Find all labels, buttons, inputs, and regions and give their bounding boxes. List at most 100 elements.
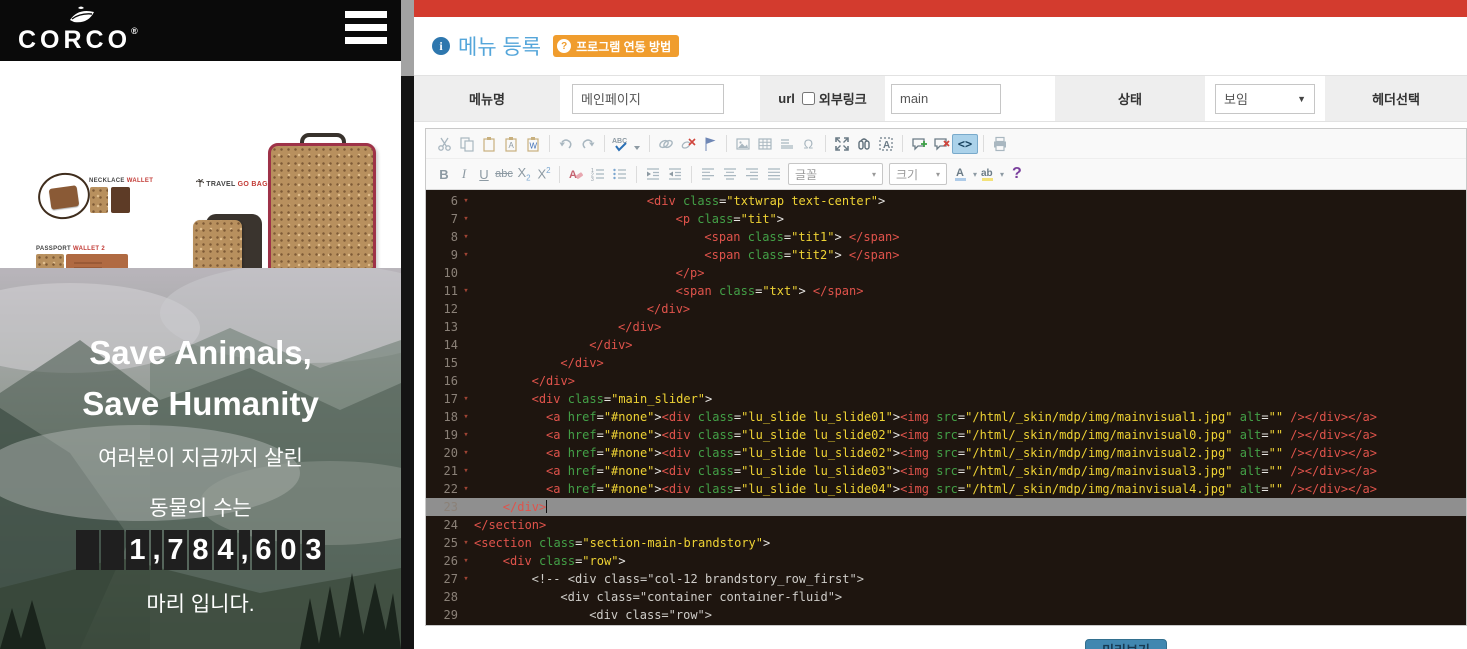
program-link-help-button[interactable]: ? 프로그램 연동 방법: [553, 35, 679, 57]
preview-scrollbar[interactable]: [401, 0, 414, 649]
menu-name-input[interactable]: [572, 84, 724, 114]
unlink-icon[interactable]: [677, 133, 699, 155]
source-code-button[interactable]: <>: [952, 134, 978, 154]
anchor-flag-icon[interactable]: [699, 133, 721, 155]
copy-icon[interactable]: [456, 133, 478, 155]
info-icon: i: [432, 37, 450, 55]
fold-arrow-icon[interactable]: ▾: [458, 534, 474, 552]
align-center-icon[interactable]: [719, 163, 741, 185]
fold-arrow-icon[interactable]: ▾: [458, 192, 474, 210]
image-icon[interactable]: [732, 133, 754, 155]
fold-arrow-icon[interactable]: ▾: [458, 408, 474, 426]
font-size-dropdown[interactable]: 크기▾: [889, 163, 947, 185]
cut-icon[interactable]: [434, 133, 456, 155]
code-line[interactable]: 20▾<a href="#none"><div class="lu_slide …: [426, 444, 1466, 462]
code-line[interactable]: 24</section>: [426, 516, 1466, 534]
subscript-button[interactable]: X2: [514, 165, 534, 183]
spellcheck-icon[interactable]: ABC: [610, 133, 644, 155]
code-line[interactable]: 25▾<section class="section-main-brandsto…: [426, 534, 1466, 552]
special-char-icon[interactable]: Ω: [798, 133, 820, 155]
italic-button[interactable]: I: [454, 166, 474, 182]
code-line[interactable]: 22▾<a href="#none"><div class="lu_slide …: [426, 480, 1466, 498]
outdent-icon[interactable]: [642, 163, 664, 185]
code-line[interactable]: 6▾<div class="txtwrap text-center">: [426, 192, 1466, 210]
paste-word-icon[interactable]: W: [522, 133, 544, 155]
fold-arrow-icon[interactable]: ▾: [458, 228, 474, 246]
print-icon[interactable]: [989, 133, 1011, 155]
external-link-checkbox[interactable]: [802, 92, 815, 105]
hamburger-menu-icon[interactable]: [345, 11, 387, 49]
text-color-icon[interactable]: A: [950, 163, 972, 185]
code-line[interactable]: 17▾<div class="main_slider">: [426, 390, 1466, 408]
url-input[interactable]: [891, 84, 1001, 114]
undo-icon[interactable]: [555, 133, 577, 155]
align-right-icon[interactable]: [741, 163, 763, 185]
numbered-list-icon[interactable]: 123: [587, 163, 609, 185]
align-left-icon[interactable]: [697, 163, 719, 185]
fold-arrow-icon[interactable]: ▾: [458, 570, 474, 588]
table-icon[interactable]: [754, 133, 776, 155]
strikethrough-button[interactable]: abc: [494, 168, 514, 180]
code-line[interactable]: 11▾<span class="txt"> </span>: [426, 282, 1466, 300]
code-line[interactable]: 9▾<span class="tit2"> </span>: [426, 246, 1466, 264]
fold-arrow-icon[interactable]: ▾: [458, 462, 474, 480]
fold-arrow-icon[interactable]: ▾: [458, 210, 474, 228]
paste-icon[interactable]: [478, 133, 500, 155]
code-line[interactable]: 10</p>: [426, 264, 1466, 282]
fold-arrow-icon[interactable]: ▾: [458, 480, 474, 498]
add-comment-icon[interactable]: [908, 133, 930, 155]
preview-button[interactable]: 미리보기: [1085, 639, 1167, 649]
font-family-dropdown[interactable]: 글꼴▾: [788, 163, 883, 185]
status-select[interactable]: 보임▼: [1215, 84, 1315, 114]
leather-wallet: [111, 187, 130, 213]
superscript-button[interactable]: X2: [534, 166, 554, 181]
select-all-icon[interactable]: A: [875, 133, 897, 155]
code-line[interactable]: 12</div>: [426, 300, 1466, 318]
indent-icon[interactable]: [664, 163, 686, 185]
underline-button[interactable]: U: [474, 167, 494, 182]
code-line[interactable]: 19▾<a href="#none"><div class="lu_slide …: [426, 426, 1466, 444]
code-line[interactable]: 23</div>: [426, 498, 1466, 516]
align-justify-icon[interactable]: [763, 163, 785, 185]
redo-icon[interactable]: [577, 133, 599, 155]
code-line[interactable]: 18▾<a href="#none"><div class="lu_slide …: [426, 408, 1466, 426]
code-line[interactable]: 15</div>: [426, 354, 1466, 372]
code-line[interactable]: 16</div>: [426, 372, 1466, 390]
code-line[interactable]: 27▾<!-- <div class="col-12 brandstory_ro…: [426, 570, 1466, 588]
app: CORCO® NECKLACE WALLET PASSPORT WALLET 2…: [0, 0, 1467, 649]
code-line[interactable]: 26▾<div class="row">: [426, 552, 1466, 570]
link-icon[interactable]: [655, 133, 677, 155]
maximize-icon[interactable]: [831, 133, 853, 155]
code-line[interactable]: 29<div class="row">: [426, 606, 1466, 624]
bold-button[interactable]: B: [434, 167, 454, 182]
bulleted-list-icon[interactable]: [609, 163, 631, 185]
editor-help-button[interactable]: ?: [1012, 165, 1022, 183]
remove-comment-icon[interactable]: [930, 133, 952, 155]
fold-arrow-icon[interactable]: ▾: [458, 390, 474, 408]
code-line[interactable]: 13</div>: [426, 318, 1466, 336]
code-line[interactable]: 7▾<p class="tit">: [426, 210, 1466, 228]
fold-arrow-icon[interactable]: ▾: [458, 444, 474, 462]
horizontal-line-icon[interactable]: [776, 133, 798, 155]
fold-arrow-icon[interactable]: ▾: [458, 552, 474, 570]
chevron-down-icon[interactable]: ▾: [1000, 170, 1004, 179]
remove-format-icon[interactable]: A: [565, 163, 587, 185]
code-line[interactable]: 8▾<span class="tit1"> </span>: [426, 228, 1466, 246]
svg-text:3: 3: [591, 177, 594, 182]
counter-cell: [101, 530, 124, 570]
site-preview-pane: CORCO® NECKLACE WALLET PASSPORT WALLET 2…: [0, 0, 401, 649]
code-line[interactable]: 30<div class="col-12 col-xl-5 text-brand…: [426, 624, 1466, 625]
scrollbar-thumb[interactable]: [401, 0, 414, 76]
code-line[interactable]: 21▾<a href="#none"><div class="lu_slide …: [426, 462, 1466, 480]
fold-arrow-icon[interactable]: ▾: [458, 426, 474, 444]
code-line[interactable]: 28<div class="container container-fluid"…: [426, 588, 1466, 606]
corco-logo[interactable]: CORCO®: [18, 8, 148, 54]
find-replace-icon[interactable]: [853, 133, 875, 155]
source-code-area[interactable]: 6▾<div class="txtwrap text-center">7▾<p …: [426, 190, 1466, 625]
hero-title-line2: Save Humanity: [0, 387, 401, 420]
fold-arrow-icon[interactable]: ▾: [458, 246, 474, 264]
highlight-color-icon[interactable]: ab: [977, 163, 999, 185]
paste-text-icon[interactable]: A: [500, 133, 522, 155]
code-line[interactable]: 14</div>: [426, 336, 1466, 354]
fold-arrow-icon[interactable]: ▾: [458, 282, 474, 300]
